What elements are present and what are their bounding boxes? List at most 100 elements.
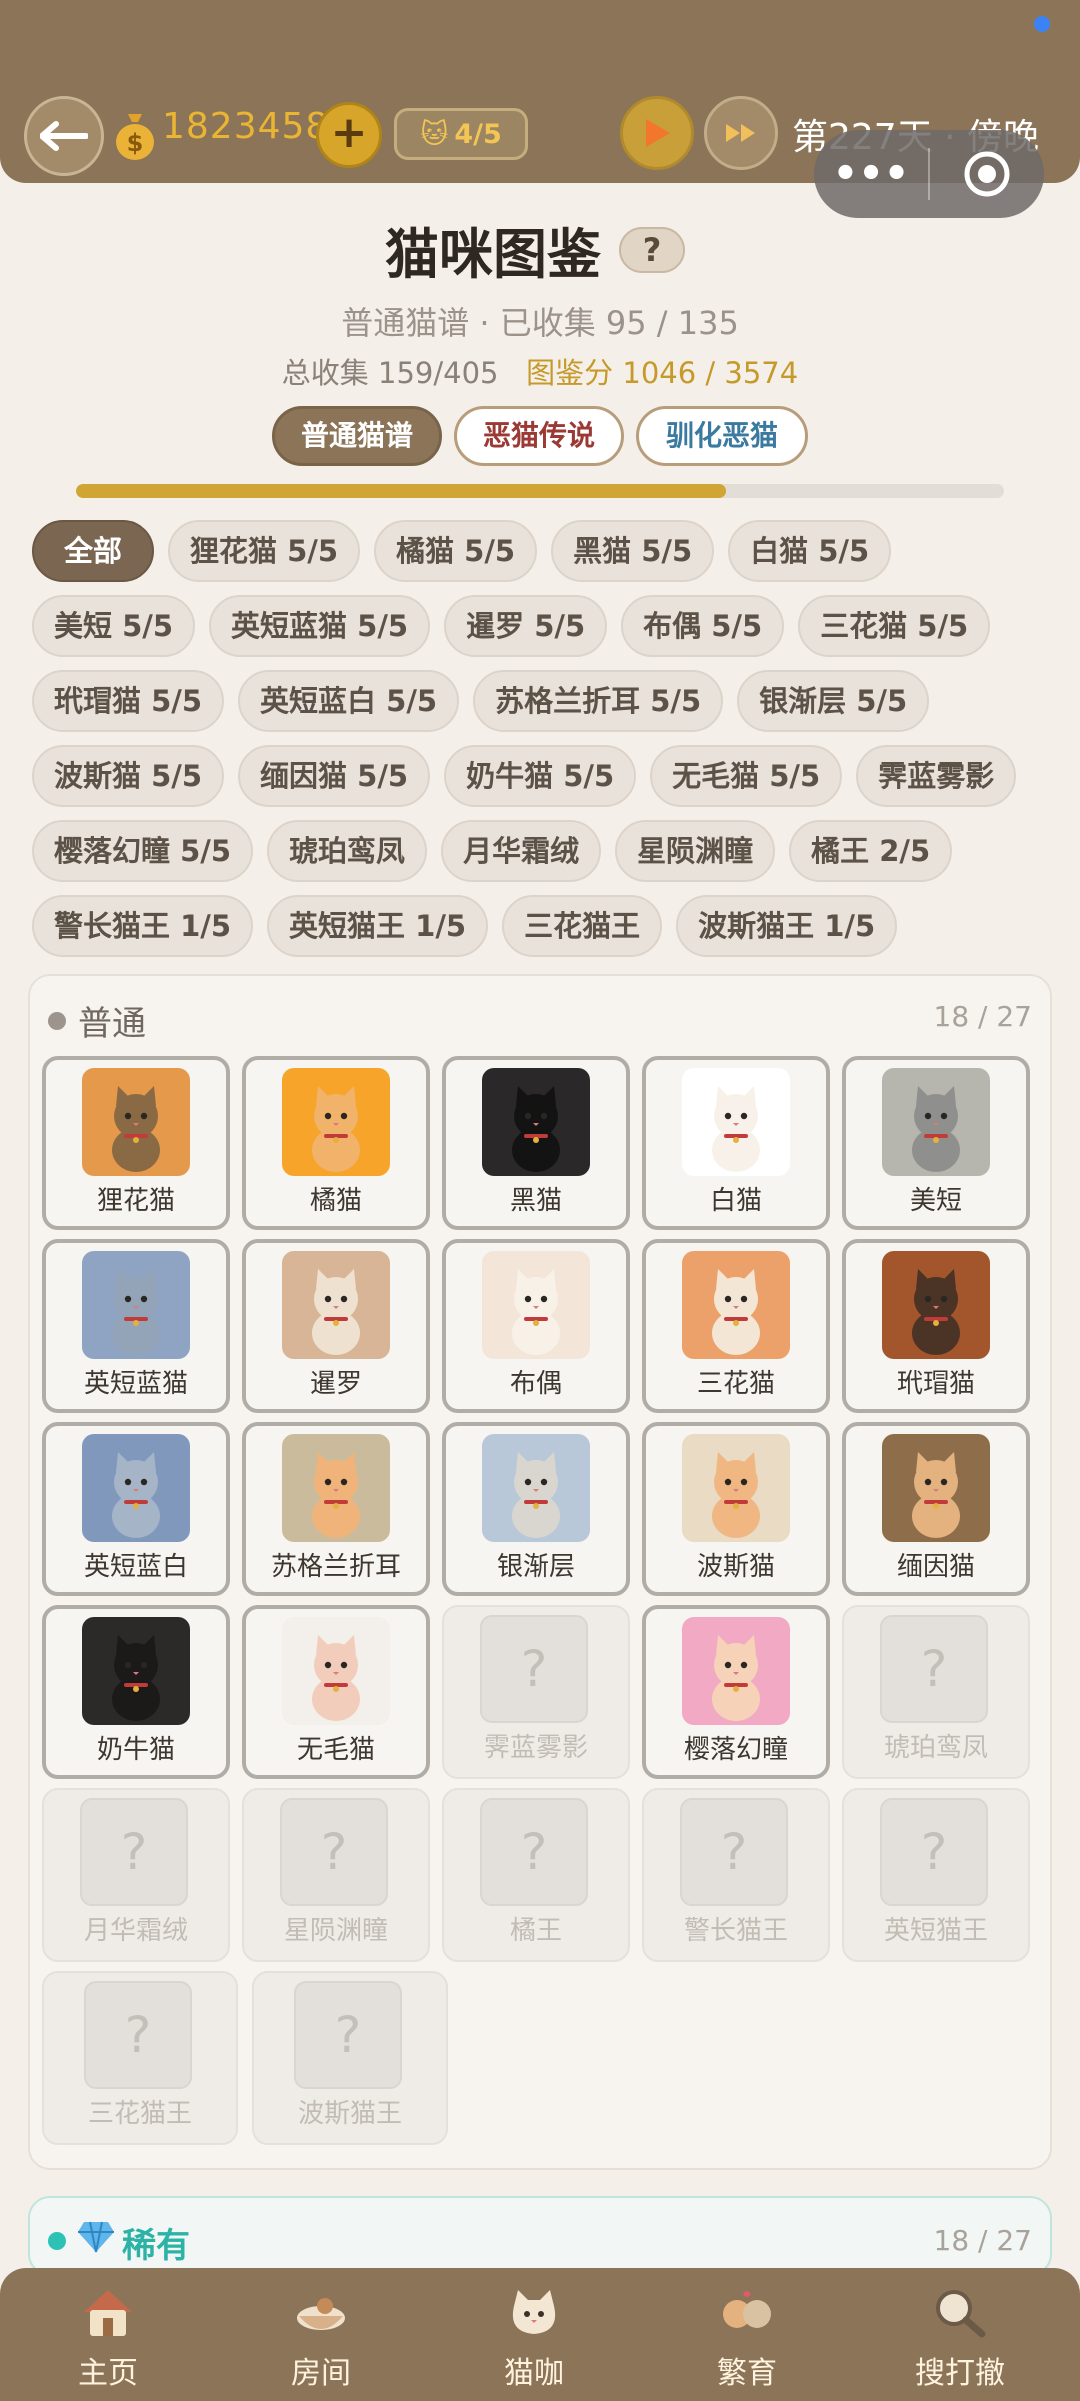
cat-card[interactable]: 英短蓝白 [42, 1422, 230, 1596]
locked-cat-card[interactable]: ? 霁蓝雾影 [442, 1605, 630, 1779]
filter-chip[interactable]: 月华霜绒 [441, 820, 602, 882]
filter-chip[interactable]: 暹罗 5/5 [444, 595, 608, 657]
filter-chip[interactable]: 樱落幻瞳 5/5 [32, 820, 254, 882]
back-button[interactable] [24, 96, 104, 176]
filter-chip[interactable]: 狸花猫 5/5 [168, 520, 361, 582]
fast-forward-button[interactable] [704, 96, 778, 170]
nav-item-label: 搜打撤 [915, 2356, 1005, 2391]
nav-item-label: 繁育 [717, 2356, 777, 2391]
filter-chip[interactable]: 白猫 5/5 [728, 520, 892, 582]
collection-progress-bar [76, 484, 1004, 498]
filter-chip[interactable]: 奶牛猫 5/5 [444, 745, 637, 807]
cat-card[interactable]: 英短蓝猫 [42, 1239, 230, 1413]
locked-cat-card[interactable]: ? 橘王 [442, 1788, 630, 1962]
filter-chip[interactable]: 警长猫王 1/5 [32, 895, 254, 957]
locked-placeholder: ? [294, 1981, 402, 2089]
cat-name: 琥珀鸾凤 [883, 1733, 988, 1763]
nav-item[interactable]: 繁育 [639, 2268, 855, 2401]
cat-card[interactable]: 波斯猫 [642, 1422, 830, 1596]
cat-card[interactable]: 玳瑁猫 [842, 1239, 1030, 1413]
cat-name: 缅因猫 [896, 1552, 975, 1582]
cat-card[interactable]: 苏格兰折耳 [242, 1422, 430, 1596]
filter-chip[interactable]: 苏格兰折耳 5/5 [473, 670, 724, 732]
cat-card[interactable]: 美短 [842, 1056, 1030, 1230]
filter-chip[interactable]: 三花猫 5/5 [798, 595, 991, 657]
cat-portrait [82, 1251, 190, 1359]
nav-item[interactable]: 猫咖 [426, 2268, 642, 2401]
tab-tamed-evil-cats[interactable]: 驯化恶猫 [636, 406, 808, 466]
filter-chip[interactable]: 橘王 2/5 [789, 820, 953, 882]
filter-chip[interactable]: 霁蓝雾影 [856, 745, 1017, 807]
notification-dot [1034, 16, 1050, 32]
cat-name: 英短蓝猫 [83, 1369, 188, 1399]
cat-name: 英短蓝白 [83, 1552, 188, 1582]
nav-item[interactable]: 主页 [0, 2268, 216, 2401]
cat-card[interactable]: 暹罗 [242, 1239, 430, 1413]
more-menu-icon[interactable]: ••• [814, 154, 928, 194]
filter-chip[interactable]: 英短蓝猫 5/5 [209, 595, 431, 657]
cat-card[interactable]: 樱落幻瞳 [642, 1605, 830, 1779]
cat-capacity-badge[interactable]: 🐱 4/5 [394, 108, 528, 160]
play-button[interactable] [620, 96, 694, 170]
filter-chip[interactable]: 英短猫王 1/5 [267, 895, 489, 957]
cat-card[interactable]: 白猫 [642, 1056, 830, 1230]
cat-card[interactable]: 橘猫 [242, 1056, 430, 1230]
help-button[interactable]: ? [619, 226, 685, 273]
cat-name: 狸花猫 [96, 1186, 175, 1216]
locked-cat-card[interactable]: ? 波斯猫王 [252, 1971, 448, 2145]
filter-chip[interactable]: 英短蓝白 5/5 [238, 670, 460, 732]
cat-name: 波斯猫王 [297, 2099, 402, 2129]
cat-card[interactable]: 布偶 [442, 1239, 630, 1413]
cat-name: 美短 [909, 1186, 962, 1216]
breed-filter-chips: 全部 狸花猫 5/5 橘猫 5/5 黑猫 5/5 白猫 5/5 美短 5/5 英短蓝猫 5/… [32, 520, 1048, 957]
cat-card[interactable]: 黑猫 [442, 1056, 630, 1230]
nav-item[interactable]: 搜打撤 [852, 2268, 1068, 2401]
cat-name: 三花猫 [696, 1369, 775, 1399]
page-title: 猫咪图鉴 [385, 223, 601, 286]
filter-chip[interactable]: 无毛猫 5/5 [650, 745, 843, 807]
cat-card[interactable]: 银渐层 [442, 1422, 630, 1596]
add-coins-button[interactable]: + [316, 102, 382, 168]
play-icon [646, 119, 670, 147]
filter-chip[interactable]: 橘猫 5/5 [374, 520, 538, 582]
cat-card[interactable]: 狸花猫 [42, 1056, 230, 1230]
locked-cat-card[interactable]: ? 三花猫王 [42, 1971, 238, 2145]
question-mark-icon: ? [920, 1823, 948, 1881]
filter-chip[interactable]: 波斯猫王 1/5 [676, 895, 898, 957]
filter-chip[interactable]: 缅因猫 5/5 [238, 745, 431, 807]
filter-chip[interactable]: 波斯猫 5/5 [32, 745, 225, 807]
cat-name: 橘王 [509, 1916, 562, 1946]
cat-card[interactable]: 奶牛猫 [42, 1605, 230, 1779]
cat-portrait [682, 1068, 790, 1176]
cat-card[interactable]: 三花猫 [642, 1239, 830, 1413]
locked-cat-card[interactable]: ? 英短猫王 [842, 1788, 1030, 1962]
filter-chip[interactable]: 银渐层 5/5 [737, 670, 930, 732]
filter-chip[interactable]: 黑猫 5/5 [551, 520, 715, 582]
question-mark-icon: ? [120, 1823, 148, 1881]
locked-cat-card[interactable]: ? 警长猫王 [642, 1788, 830, 1962]
tab-evil-cat-legend[interactable]: 恶猫传说 [454, 406, 624, 466]
locked-placeholder: ? [280, 1798, 388, 1906]
locked-cat-card[interactable]: ? 琥珀鸾凤 [842, 1605, 1030, 1779]
nav-item-label: 猫咖 [504, 2356, 564, 2391]
locked-placeholder: ? [880, 1798, 988, 1906]
filter-chip[interactable]: 三花猫王 [502, 895, 663, 957]
tab-normal-catalog[interactable]: 普通猫谱 [272, 406, 442, 466]
cat-cafe-icon [504, 2284, 564, 2340]
cat-card[interactable]: 缅因猫 [842, 1422, 1030, 1596]
locked-cat-card[interactable]: ? 星陨渊瞳 [242, 1788, 430, 1962]
filter-chip[interactable]: 布偶 5/5 [621, 595, 785, 657]
filter-chip[interactable]: 玳瑁猫 5/5 [32, 670, 225, 732]
nav-item[interactable]: 房间 [213, 2268, 429, 2401]
filter-chip-all[interactable]: 全部 [32, 520, 155, 582]
cat-card[interactable]: 无毛猫 [242, 1605, 430, 1779]
locked-cat-card[interactable]: ? 月华霜绒 [42, 1788, 230, 1962]
cat-name: 橘猫 [309, 1186, 362, 1216]
nav-item-label: 主页 [78, 2356, 138, 2391]
house-icon [78, 2284, 138, 2340]
section-dot-icon [48, 1011, 66, 1030]
filter-chip[interactable]: 美短 5/5 [32, 595, 196, 657]
close-miniprogram-button[interactable] [930, 149, 1044, 199]
filter-chip[interactable]: 星陨渊瞳 [615, 820, 776, 882]
filter-chip[interactable]: 琥珀鸾凤 [267, 820, 428, 882]
